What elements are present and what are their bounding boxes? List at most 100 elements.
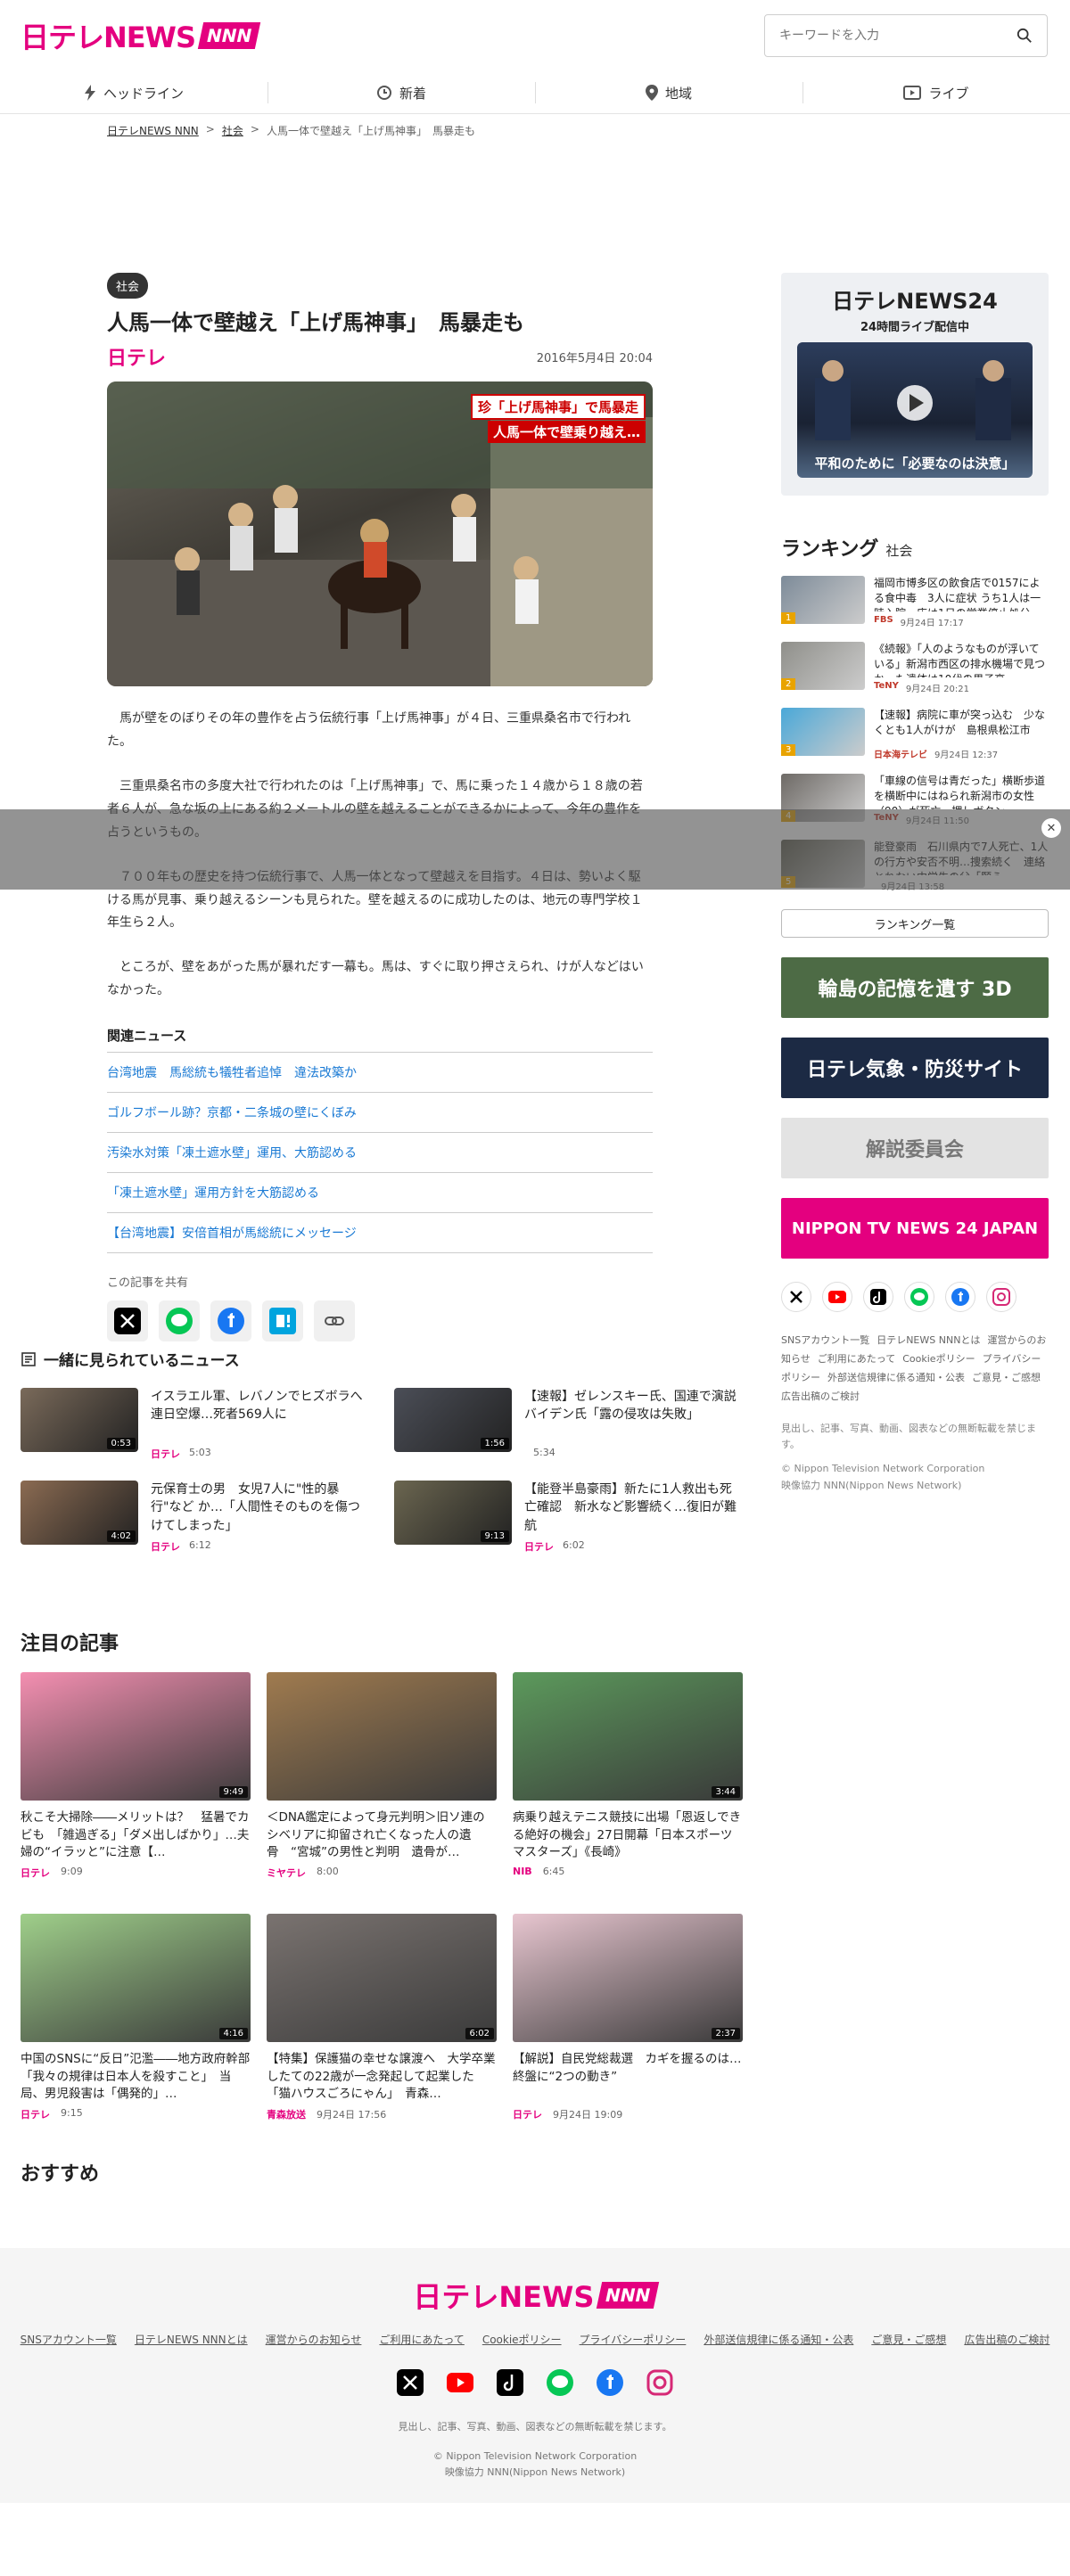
youtube-link[interactable]	[445, 2367, 475, 2398]
related-link[interactable]: 【台湾地震】安倍首相が馬総統にメッセージ	[107, 1213, 653, 1254]
share-facebook-button[interactable]	[210, 1300, 251, 1342]
share-x-button[interactable]	[107, 1300, 148, 1342]
ranking-item[interactable]: 2 《続報》「人のようなものが浮いている」新潟市西区の排水機場で見つかった遺体は1…	[781, 642, 1049, 694]
rank-number: 3	[781, 744, 796, 756]
attention-headline: 病乗り越えテニス競技に出場「恩返しできる絶好の機会」27日開幕「日本スポーツマス…	[513, 1810, 742, 1860]
breadcrumb-category[interactable]: 社会	[222, 123, 243, 138]
footer-logo[interactable]: 日テレNEWS NNN	[0, 2275, 1070, 2316]
instagram-link[interactable]	[645, 2367, 675, 2398]
ranking-item[interactable]: 1 福岡市博多区の飲食店で0157による食中毒 3人に症状 うち1人は一時入院 店…	[781, 576, 1049, 628]
together-card[interactable]: 0:53 イスラエル軍、レバノンでヒズボラへ連日空爆…死者569人に 日テレ 5:03	[21, 1388, 369, 1461]
facebook-link[interactable]	[945, 1282, 975, 1312]
footer-logo-text: 日テレNEWS	[413, 2280, 595, 2314]
attention-card[interactable]: 3:44 病乗り越えテニス競技に出場「恩返しできる絶好の機会」27日開幕「日本スポ…	[513, 1672, 743, 1880]
instagram-link[interactable]	[986, 1282, 1017, 1312]
x-icon	[114, 1308, 141, 1335]
nav-label: ヘッドライン	[103, 85, 184, 102]
side-link[interactable]: Cookieポリシー	[902, 1353, 975, 1365]
live-caption: 平和のために「必要なのは決意」	[814, 455, 1016, 472]
line-link[interactable]	[904, 1282, 934, 1312]
attention-time: 9:09	[61, 1866, 83, 1877]
footer-link[interactable]: ご利用にあたって	[379, 2332, 464, 2347]
lightning-icon	[84, 85, 95, 101]
ranking-list-button[interactable]: ランキング一覧	[781, 909, 1049, 938]
line-link[interactable]	[545, 2367, 575, 2398]
nav-latest[interactable]: 新着	[268, 71, 535, 114]
attention-card[interactable]: 9:49 秋こそ大掃除――メリットは？ 猛暑でカビも 「雑過ぎる」「ダメ出しばかり…	[21, 1672, 251, 1880]
together-card[interactable]: 9:13 【能登半島豪雨】新たに1人救出も死亡確認 新水など影響続く…復旧が難航日…	[394, 1481, 743, 1554]
category-badge[interactable]: 社会	[107, 273, 149, 299]
nav-region[interactable]: 地域	[535, 71, 802, 114]
search-input[interactable]	[765, 15, 1006, 56]
attention-meta: NIB 6:45	[513, 1866, 743, 1877]
live-thumbnail: 平和のために「必要なのは決意」	[797, 342, 1033, 478]
copy-link-button[interactable]	[314, 1300, 355, 1342]
live-logo: 日テレNEWS24	[832, 289, 998, 314]
attention-source: 日テレ	[513, 2109, 542, 2121]
logo-text: 日テレNEWS	[21, 21, 196, 54]
facebook-link[interactable]	[595, 2367, 625, 2398]
ranking-time: 9月24日 12:37	[934, 751, 999, 760]
sidebar-banner[interactable]: 解説委員会	[781, 1118, 1049, 1178]
x-link[interactable]	[781, 1282, 811, 1312]
x-link[interactable]	[395, 2367, 425, 2398]
nav-headline[interactable]: ヘッドライン	[0, 71, 268, 114]
search-box	[764, 14, 1048, 57]
ranking-headline: 福岡市博多区の飲食店で0157による食中毒 3人に症状 うち1人は一時入院 店は…	[874, 577, 1041, 611]
breadcrumb-home[interactable]: 日テレNEWS NNN	[107, 123, 199, 138]
side-link[interactable]: ご意見・ご感想	[972, 1372, 1041, 1383]
breadcrumb-separator: >	[205, 123, 215, 135]
youtube-link[interactable]	[822, 1282, 852, 1312]
share-hatena-button[interactable]	[262, 1300, 303, 1342]
footer-link[interactable]: 広告出稿のご検討	[964, 2332, 1049, 2347]
footer-link[interactable]: 運営からのお知らせ	[266, 2332, 362, 2347]
attention-card[interactable]: ＜DNA鑑定によって身元判明＞旧ソ連のシベリアに抑留され亡くなった人の遺骨 “宮…	[267, 1672, 497, 1880]
footer-link[interactable]: ご意見・ご感想	[871, 2332, 946, 2347]
close-icon[interactable]: ✕	[1041, 818, 1061, 838]
footer-link[interactable]: 日テレNEWS NNNとは	[135, 2332, 248, 2347]
related-link[interactable]: ゴルフボール跡？京都・二条城の壁にくぼみ	[107, 1093, 653, 1134]
ranking-meta: 日本海テレビ 9月24日 12:37	[874, 747, 1049, 760]
side-link[interactable]: 広告出稿のご検討	[781, 1391, 860, 1402]
attention-time: 6:45	[542, 1866, 565, 1877]
side-link[interactable]: ご利用にあたって	[818, 1353, 895, 1365]
breadcrumb-separator: >	[250, 123, 259, 135]
attention-card[interactable]: 2:37 【解説】自民党総裁選 カギを握るのは…終盤に“2つの動き” 日テレ 9月24…	[513, 1914, 743, 2121]
together-thumbnail: 1:56	[394, 1388, 512, 1452]
tiktok-link[interactable]	[495, 2367, 525, 2398]
logo-badge: NNN	[197, 22, 261, 49]
related-link[interactable]: 「凍土遮水壁」運用方針を大筋認める	[107, 1173, 653, 1214]
side-link[interactable]: 外部送信規律に係る通知・公表	[827, 1372, 965, 1383]
share-line-button[interactable]	[159, 1300, 200, 1342]
related-link[interactable]: 汚染水対策「凍土遮水壁」運用、大筋認める	[107, 1133, 653, 1174]
sidebar-banner[interactable]: 日テレ気象・防災サイト	[781, 1038, 1049, 1098]
line-icon	[910, 1288, 928, 1306]
live-stream-card[interactable]: 日テレNEWS24 24時間ライブ配信中 平和のために「必要なのは決意」	[781, 273, 1049, 496]
together-card[interactable]: 4:02 元保育士の男 女児7人に"性的暴行"など か…「人間性そのものを傷つけて…	[21, 1481, 369, 1554]
together-card[interactable]: 1:56 【速報】ゼレンスキー氏、国連で演説 バイデン氏「露の侵攻は失敗」 5:34	[394, 1388, 743, 1461]
attention-card[interactable]: 6:02 【特集】保護猫の幸せな譲渡へ 大学卒業したての22歳が一念発起して起業し…	[267, 1914, 497, 2121]
related-link[interactable]: 台湾地震 馬総統も犠牲者追悼 違法改築か	[107, 1053, 653, 1094]
paragraph: 馬が壁をのぼりその年の豊作を占う伝統行事「上げ馬神事」が４日、三重県桑名市で行わ…	[107, 711, 631, 750]
footer-link[interactable]: 外部送信規律に係る通知・公表	[704, 2332, 853, 2347]
footer-link[interactable]: SNSアカウント一覧	[21, 2332, 117, 2347]
attention-card[interactable]: 4:16 中国のSNSに“反日”氾濫――地方政府幹部「我々の規律は日本人を殺すこと…	[21, 1914, 251, 2121]
together-meta: 日テレ 6:12	[151, 1539, 369, 1554]
attention-headline: 【解説】自民党総裁選 カギを握るのは…終盤に“2つの動き”	[513, 2052, 742, 2084]
side-link[interactable]: SNSアカウント一覧	[781, 1334, 869, 1346]
side-link[interactable]: 日テレNEWS NNNとは	[877, 1334, 980, 1346]
sidebar-banner[interactable]: NIPPON TV NEWS 24 JAPAN	[781, 1198, 1049, 1259]
list-icon	[21, 1351, 36, 1366]
search-icon[interactable]	[1017, 28, 1033, 44]
together-headline: イスラエル軍、レバノンでヒズボラへ連日空爆…死者569人に	[151, 1390, 363, 1423]
footer-link[interactable]: プライバシーポリシー	[580, 2332, 687, 2347]
sidebar-banner[interactable]: 輪島の記憶を遺す 3D	[781, 957, 1049, 1018]
ranking-item[interactable]: 3 【速報】病院に車が突っ込む 少なくとも1人がけが 島根県松江市 日本海テレビ 9月…	[781, 708, 1049, 760]
youtube-icon	[447, 2373, 473, 2392]
tiktok-link[interactable]	[863, 1282, 893, 1312]
attention-section: 注目の記事 9:49 秋こそ大掃除――メリットは？ 猛暑でカビも 「雑過ぎる」「ダ…	[21, 1628, 743, 2121]
nav-live[interactable]: ライブ	[802, 71, 1070, 114]
footer-link[interactable]: Cookieポリシー	[482, 2332, 562, 2347]
together-text-block: 【能登半島豪雨】新たに1人救出も死亡確認 新水など影響続く…復旧が難航 日テレ 6:…	[524, 1481, 743, 1554]
site-logo[interactable]: 日テレNEWS NNN	[21, 16, 261, 55]
